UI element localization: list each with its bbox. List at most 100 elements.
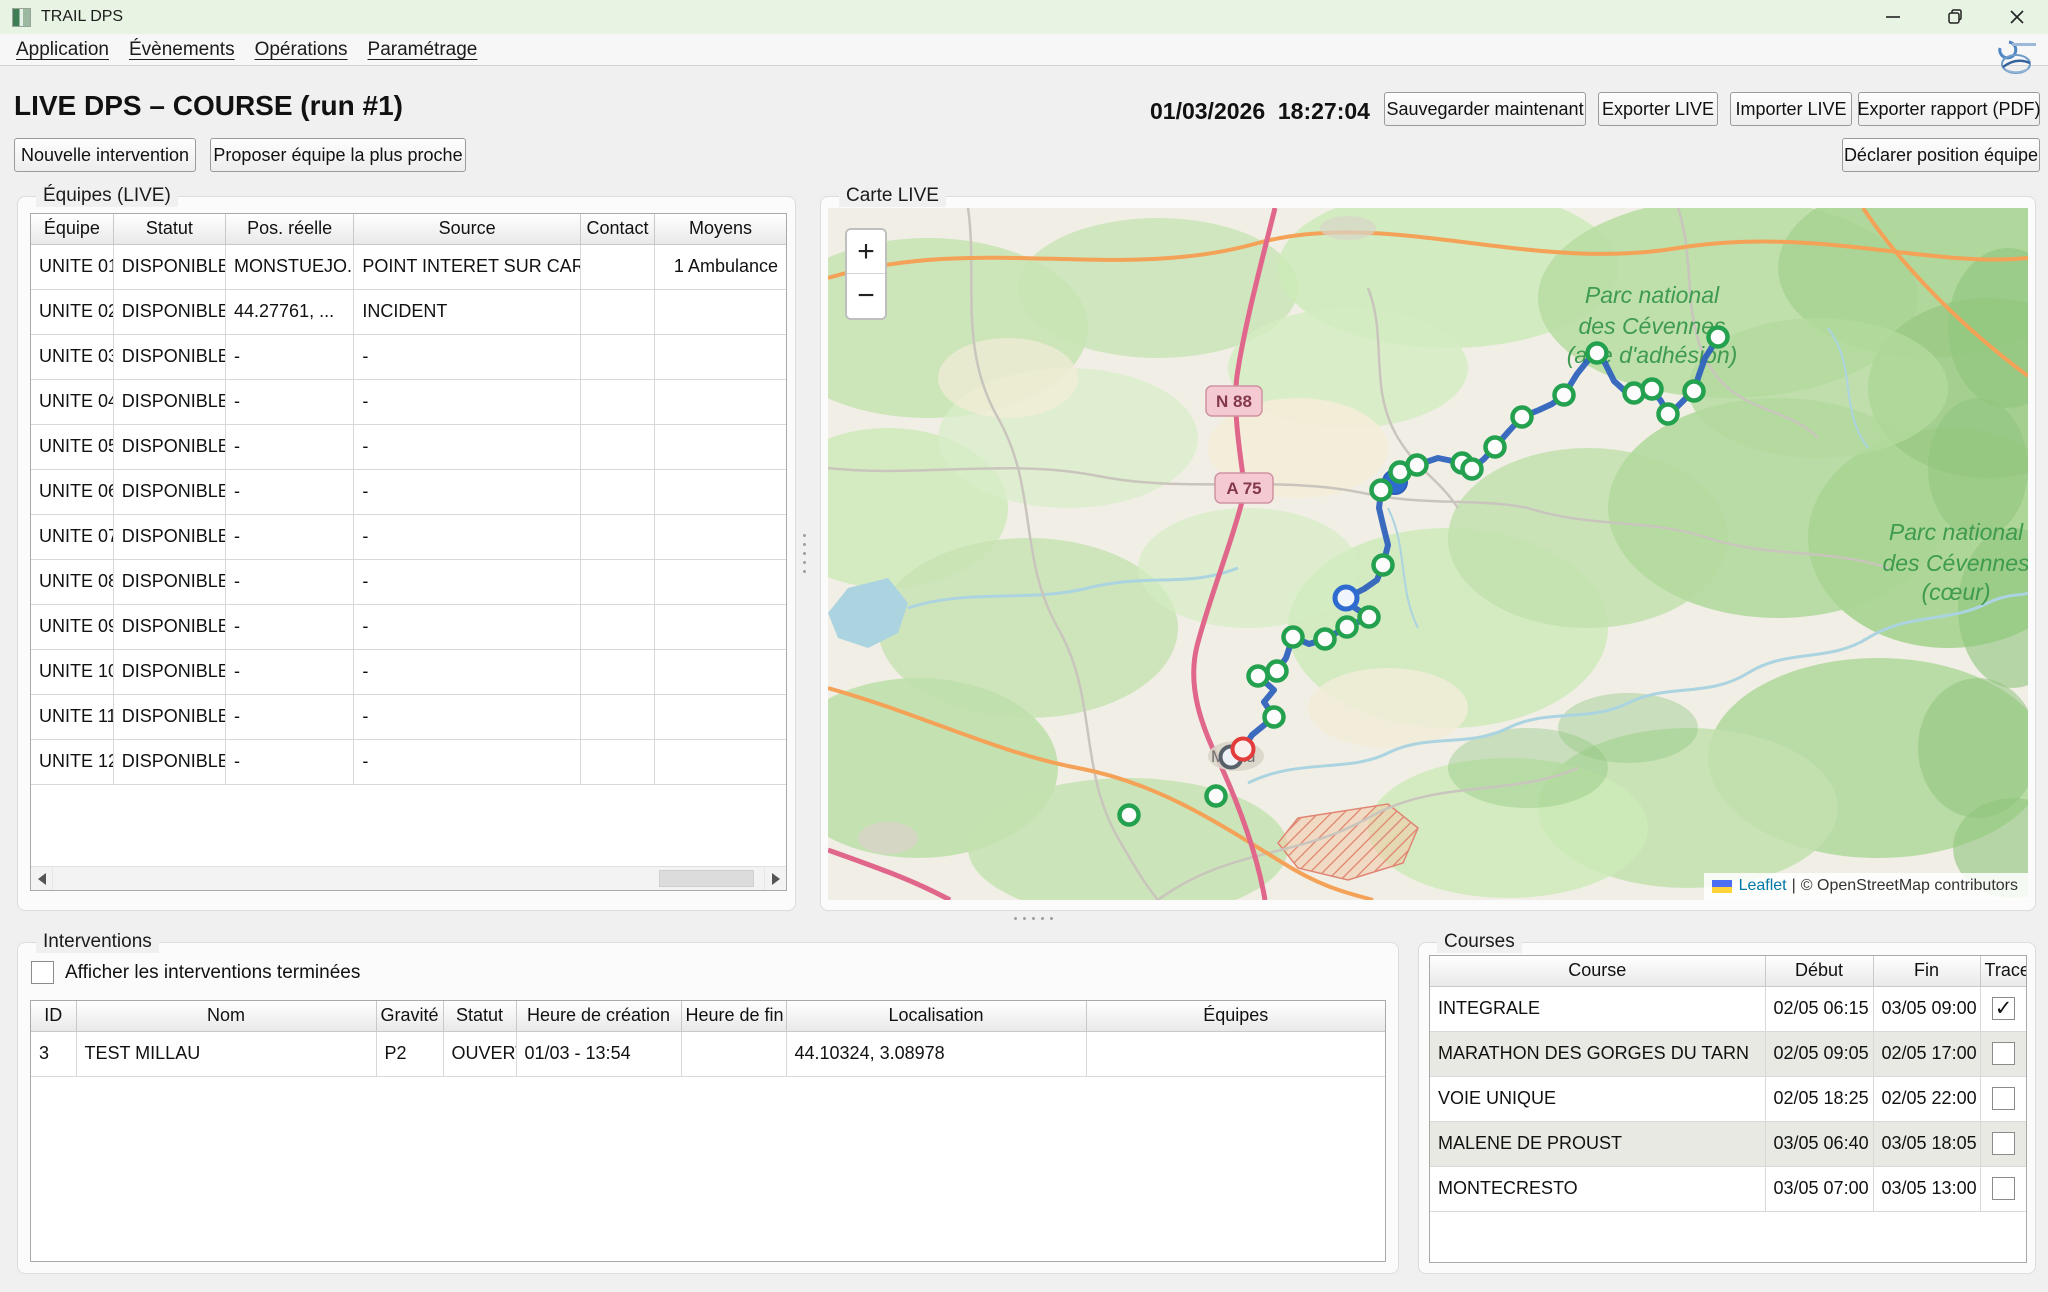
scrollbar-thumb[interactable] — [659, 870, 754, 887]
leaflet-link[interactable]: Leaflet — [1739, 877, 1787, 895]
courses-col-trace[interactable]: Trace — [1980, 956, 2026, 986]
intv-col-id[interactable]: ID — [31, 1001, 76, 1031]
propose-nearest-team-button[interactable]: Proposer équipe la plus proche — [210, 138, 466, 172]
teams-col-source[interactable]: Source — [354, 214, 581, 244]
table-row[interactable]: UNITE 03DISPONIBLE-- — [31, 334, 786, 379]
menu-operations[interactable]: Opérations — [253, 39, 350, 61]
svg-text:N 88: N 88 — [1216, 392, 1252, 411]
table-row[interactable]: UNITE 11DISPONIBLE-- — [31, 694, 786, 739]
application-window: TRAIL DPS Application Évènements Opérati… — [0, 0, 2048, 1292]
close-button[interactable] — [1986, 0, 2048, 34]
intv-col-statut[interactable]: Statut — [443, 1001, 516, 1031]
intv-col-creation[interactable]: Heure de création — [516, 1001, 681, 1031]
export-pdf-button[interactable]: Exporter rapport (PDF) — [1858, 92, 2040, 126]
intv-col-gravite[interactable]: Gravité — [376, 1001, 443, 1031]
teams-col-contact[interactable]: Contact — [580, 214, 654, 244]
table-row[interactable]: UNITE 04DISPONIBLE-- — [31, 379, 786, 424]
teams-grid: Équipe Statut Pos. réelle Source Contact… — [31, 214, 786, 785]
minimize-icon — [1884, 8, 1902, 26]
table-row[interactable]: UNITE 01DISPONIBLEMONSTUEJO...POINT INTE… — [31, 244, 786, 289]
svg-text:des Cévennes: des Cévennes — [1882, 550, 2028, 576]
table-row[interactable]: UNITE 06DISPONIBLE-- — [31, 469, 786, 514]
map-graphics: Parc national des Cévennes (aire d'adhés… — [828, 208, 2028, 900]
table-row[interactable]: INTEGRALE02/05 06:1503/05 09:00 — [1430, 986, 2026, 1031]
table-row[interactable]: UNITE 07DISPONIBLE-- — [31, 514, 786, 559]
map-attribution: Leaflet | © OpenStreetMap contributors — [1704, 873, 2028, 900]
intv-col-nom[interactable]: Nom — [76, 1001, 376, 1031]
svg-text:des Cévennes: des Cévennes — [1578, 313, 1726, 339]
zoom-out-button[interactable]: − — [847, 274, 885, 318]
svg-text:Parc national: Parc national — [1585, 282, 1720, 308]
export-live-button[interactable]: Exporter LIVE — [1598, 92, 1718, 126]
window-title: TRAIL DPS — [41, 8, 123, 26]
teams-horizontal-scrollbar[interactable] — [31, 866, 786, 890]
restore-icon — [1946, 8, 1964, 26]
window-controls — [1862, 0, 2048, 34]
map-panel-title: Carte LIVE — [839, 185, 946, 207]
courses-panel-title: Courses — [1437, 931, 1522, 953]
triangle-left-icon — [38, 873, 46, 885]
courses-grid: Course Début Fin Trace INTEGRALE02/05 06… — [1430, 956, 2026, 1212]
teams-col-moyens[interactable]: Moyens — [655, 214, 786, 244]
courses-col-fin[interactable]: Fin — [1873, 956, 1980, 986]
interventions-panel-title: Interventions — [36, 931, 159, 953]
svg-text:Parc national: Parc national — [1889, 519, 2024, 545]
courses-panel: Courses Course Début Fin Trace INTEGRALE… — [1418, 942, 2036, 1274]
scroll-left-arrow[interactable] — [31, 867, 53, 890]
selected-checkpoint-marker[interactable] — [1335, 587, 1357, 609]
table-row[interactable]: UNITE 10DISPONIBLE-- — [31, 649, 786, 694]
table-row[interactable]: UNITE 09DISPONIBLE-- — [31, 604, 786, 649]
menu-application[interactable]: Application — [14, 39, 111, 61]
minimize-button[interactable] — [1862, 0, 1924, 34]
table-row[interactable]: UNITE 08DISPONIBLE-- — [31, 559, 786, 604]
import-live-button[interactable]: Importer LIVE — [1730, 92, 1852, 126]
teams-panel-title: Équipes (LIVE) — [36, 185, 178, 207]
table-row[interactable]: UNITE 05DISPONIBLE-- — [31, 424, 786, 469]
trace-checkbox[interactable] — [1992, 997, 2015, 1020]
interventions-table: ID Nom Gravité Statut Heure de création … — [30, 1000, 1386, 1262]
declare-team-position-button[interactable]: Déclarer position équipe — [1842, 138, 2040, 172]
teams-col-statut[interactable]: Statut — [113, 214, 225, 244]
show-finished-checkbox[interactable] — [31, 961, 54, 984]
show-finished-label: Afficher les interventions terminées — [65, 962, 360, 984]
teams-col-equipe[interactable]: Équipe — [31, 214, 113, 244]
table-row[interactable]: MARATHON DES GORGES DU TARN02/05 09:0502… — [1430, 1031, 2026, 1076]
road-badge-a75: A 75 — [1215, 473, 1273, 503]
page-title: LIVE DPS – COURSE (run #1) — [14, 90, 403, 122]
table-row[interactable]: MALENE DE PROUST03/05 06:4003/05 18:05 — [1430, 1121, 2026, 1166]
table-row[interactable]: UNITE 12DISPONIBLE-- — [31, 739, 786, 784]
intv-col-localisation[interactable]: Localisation — [786, 1001, 1086, 1031]
close-icon — [2008, 8, 2026, 26]
restore-button[interactable] — [1924, 0, 1986, 34]
courses-col-course[interactable]: Course — [1430, 956, 1765, 986]
scroll-right-arrow[interactable] — [764, 867, 786, 890]
table-row[interactable]: 3 TEST MILLAU P2 OUVERT 01/03 - 13:54 44… — [31, 1031, 1385, 1076]
map-canvas[interactable]: Parc national des Cévennes (aire d'adhés… — [828, 208, 2028, 900]
teams-col-pos[interactable]: Pos. réelle — [226, 214, 354, 244]
triangle-right-icon — [772, 873, 780, 885]
courses-col-debut[interactable]: Début — [1765, 956, 1873, 986]
ukraine-flag-icon — [1712, 880, 1732, 893]
trace-checkbox[interactable] — [1992, 1042, 2015, 1065]
trace-checkbox[interactable] — [1992, 1087, 2015, 1110]
osm-attribution: © OpenStreetMap contributors — [1801, 877, 2018, 895]
menu-parametrage[interactable]: Paramétrage — [366, 39, 480, 61]
intv-col-equipes[interactable]: Équipes — [1086, 1001, 1385, 1031]
table-row[interactable]: VOIE UNIQUE02/05 18:2502/05 22:00 — [1430, 1076, 2026, 1121]
brand-logo — [1990, 38, 2042, 78]
save-now-button[interactable]: Sauvegarder maintenant — [1384, 92, 1586, 126]
svg-text:(cœur): (cœur) — [1922, 579, 1991, 605]
teams-table: Équipe Statut Pos. réelle Source Contact… — [30, 213, 787, 891]
menubar: Application Évènements Opérations Paramé… — [0, 34, 2048, 66]
intervention-marker-red[interactable] — [1233, 739, 1254, 760]
trace-checkbox[interactable] — [1992, 1177, 2015, 1200]
table-row[interactable]: UNITE 02DISPONIBLE44.27761, ...INCIDENT — [31, 289, 786, 334]
intv-col-fin[interactable]: Heure de fin — [681, 1001, 786, 1031]
new-intervention-button[interactable]: Nouvelle intervention — [14, 138, 196, 172]
zoom-in-button[interactable]: + — [847, 230, 885, 274]
clock: 01/03/2026 18:27:04 — [1150, 98, 1366, 125]
table-row[interactable]: MONTECRESTO03/05 07:0003/05 13:00 — [1430, 1166, 2026, 1211]
trace-checkbox[interactable] — [1992, 1132, 2015, 1155]
courses-table: Course Début Fin Trace INTEGRALE02/05 06… — [1429, 955, 2027, 1263]
menu-evenements[interactable]: Évènements — [127, 39, 237, 61]
